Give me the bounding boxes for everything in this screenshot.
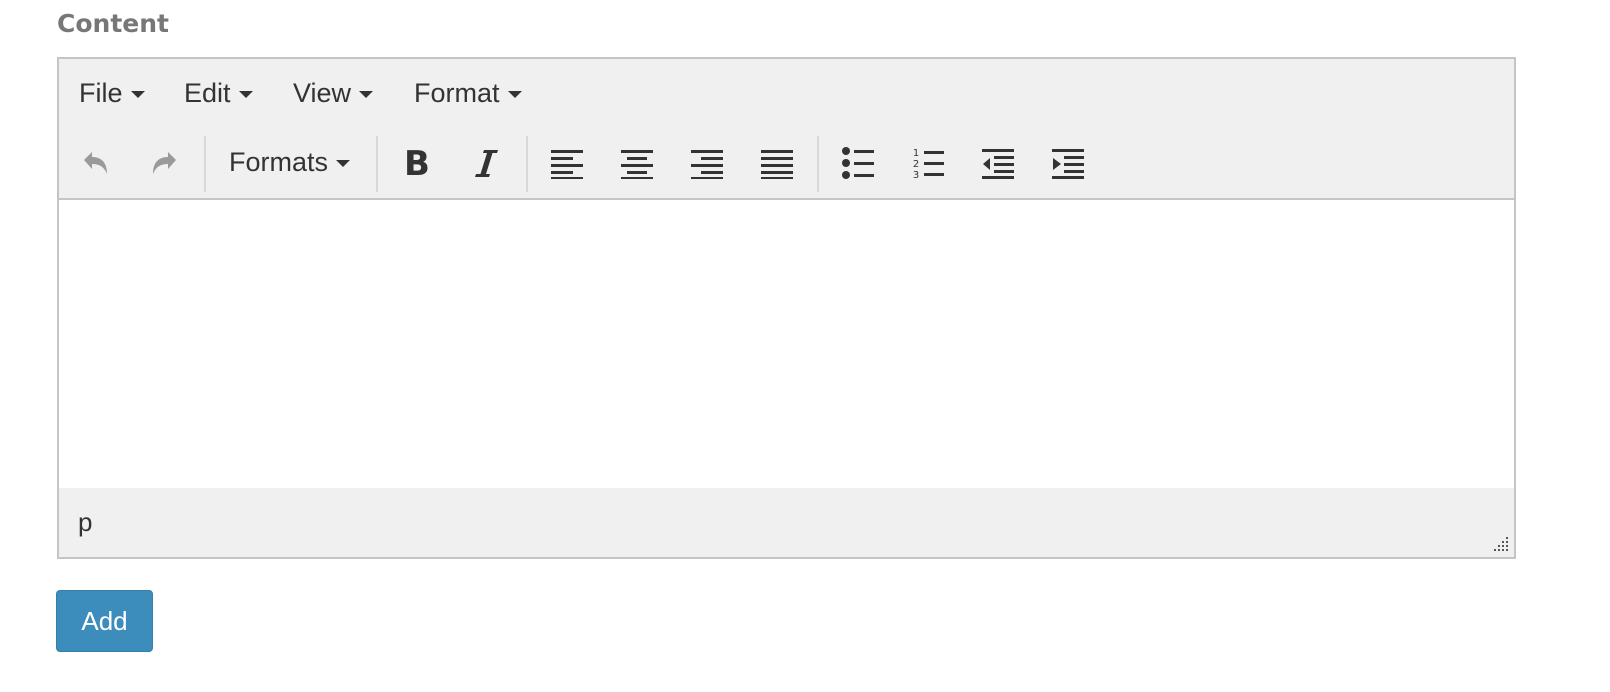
chevron-down-icon [336,160,351,167]
redo-icon [153,151,176,174]
chevron-down-icon [359,90,374,98]
editor-menubar: File Edit View Format [59,59,1514,128]
outdent-icon [982,148,1014,179]
bold-icon: B [404,147,430,179]
content-label: Content [57,9,169,38]
chevron-down-icon [130,90,145,98]
svg-text:B: B [404,147,430,179]
element-path[interactable]: p [78,488,92,557]
undo-icon [84,151,107,174]
align-right-icon [691,149,723,179]
editor-toolbar: Formats B 1 2 3 [59,127,1514,200]
menu-view-label: View [293,77,352,108]
rich-text-editor: File Edit View Format Formats B 1 2 3 p [57,57,1516,559]
align-left-button[interactable] [537,127,597,198]
resize-handle-icon[interactable] [1491,534,1509,552]
svg-text:2: 2 [913,159,919,170]
toolbar-separator [376,136,378,192]
align-justify-button[interactable] [747,127,807,198]
bold-button[interactable]: B [387,127,447,198]
editor-statusbar: p [59,488,1514,557]
chevron-down-icon [507,90,522,98]
indent-icon [1052,148,1084,179]
formats-label: Formats [229,147,329,177]
align-center-icon [621,149,653,179]
editor-content-area[interactable] [59,200,1514,490]
menu-format-label: Format [414,77,500,108]
toolbar-separator [204,136,206,192]
menu-file[interactable]: File [79,59,145,127]
add-button[interactable]: Add [56,590,153,652]
numbered-list-icon: 1 2 3 [913,148,944,179]
menu-edit-label: Edit [184,77,231,108]
svg-text:1: 1 [913,148,919,159]
toolbar-separator [817,136,819,192]
undo-button[interactable] [65,127,125,198]
menu-view[interactable]: View [293,59,374,127]
formats-dropdown[interactable]: Formats [229,127,351,198]
menu-format[interactable]: Format [414,59,522,127]
menu-edit[interactable]: Edit [184,59,253,127]
align-justify-icon [761,149,793,179]
outdent-button[interactable] [968,127,1028,198]
chevron-down-icon [238,90,253,98]
italic-icon [475,149,498,177]
bullet-list-icon [842,146,874,179]
align-left-icon [551,149,583,179]
menu-file-label: File [79,77,123,108]
toolbar-separator [526,136,528,192]
svg-text:3: 3 [913,170,919,179]
indent-button[interactable] [1038,127,1098,198]
redo-button[interactable] [135,127,195,198]
italic-button[interactable] [457,127,517,198]
bullet-list-button[interactable] [828,127,888,198]
align-center-button[interactable] [607,127,667,198]
align-right-button[interactable] [677,127,737,198]
numbered-list-button[interactable]: 1 2 3 [898,127,958,198]
